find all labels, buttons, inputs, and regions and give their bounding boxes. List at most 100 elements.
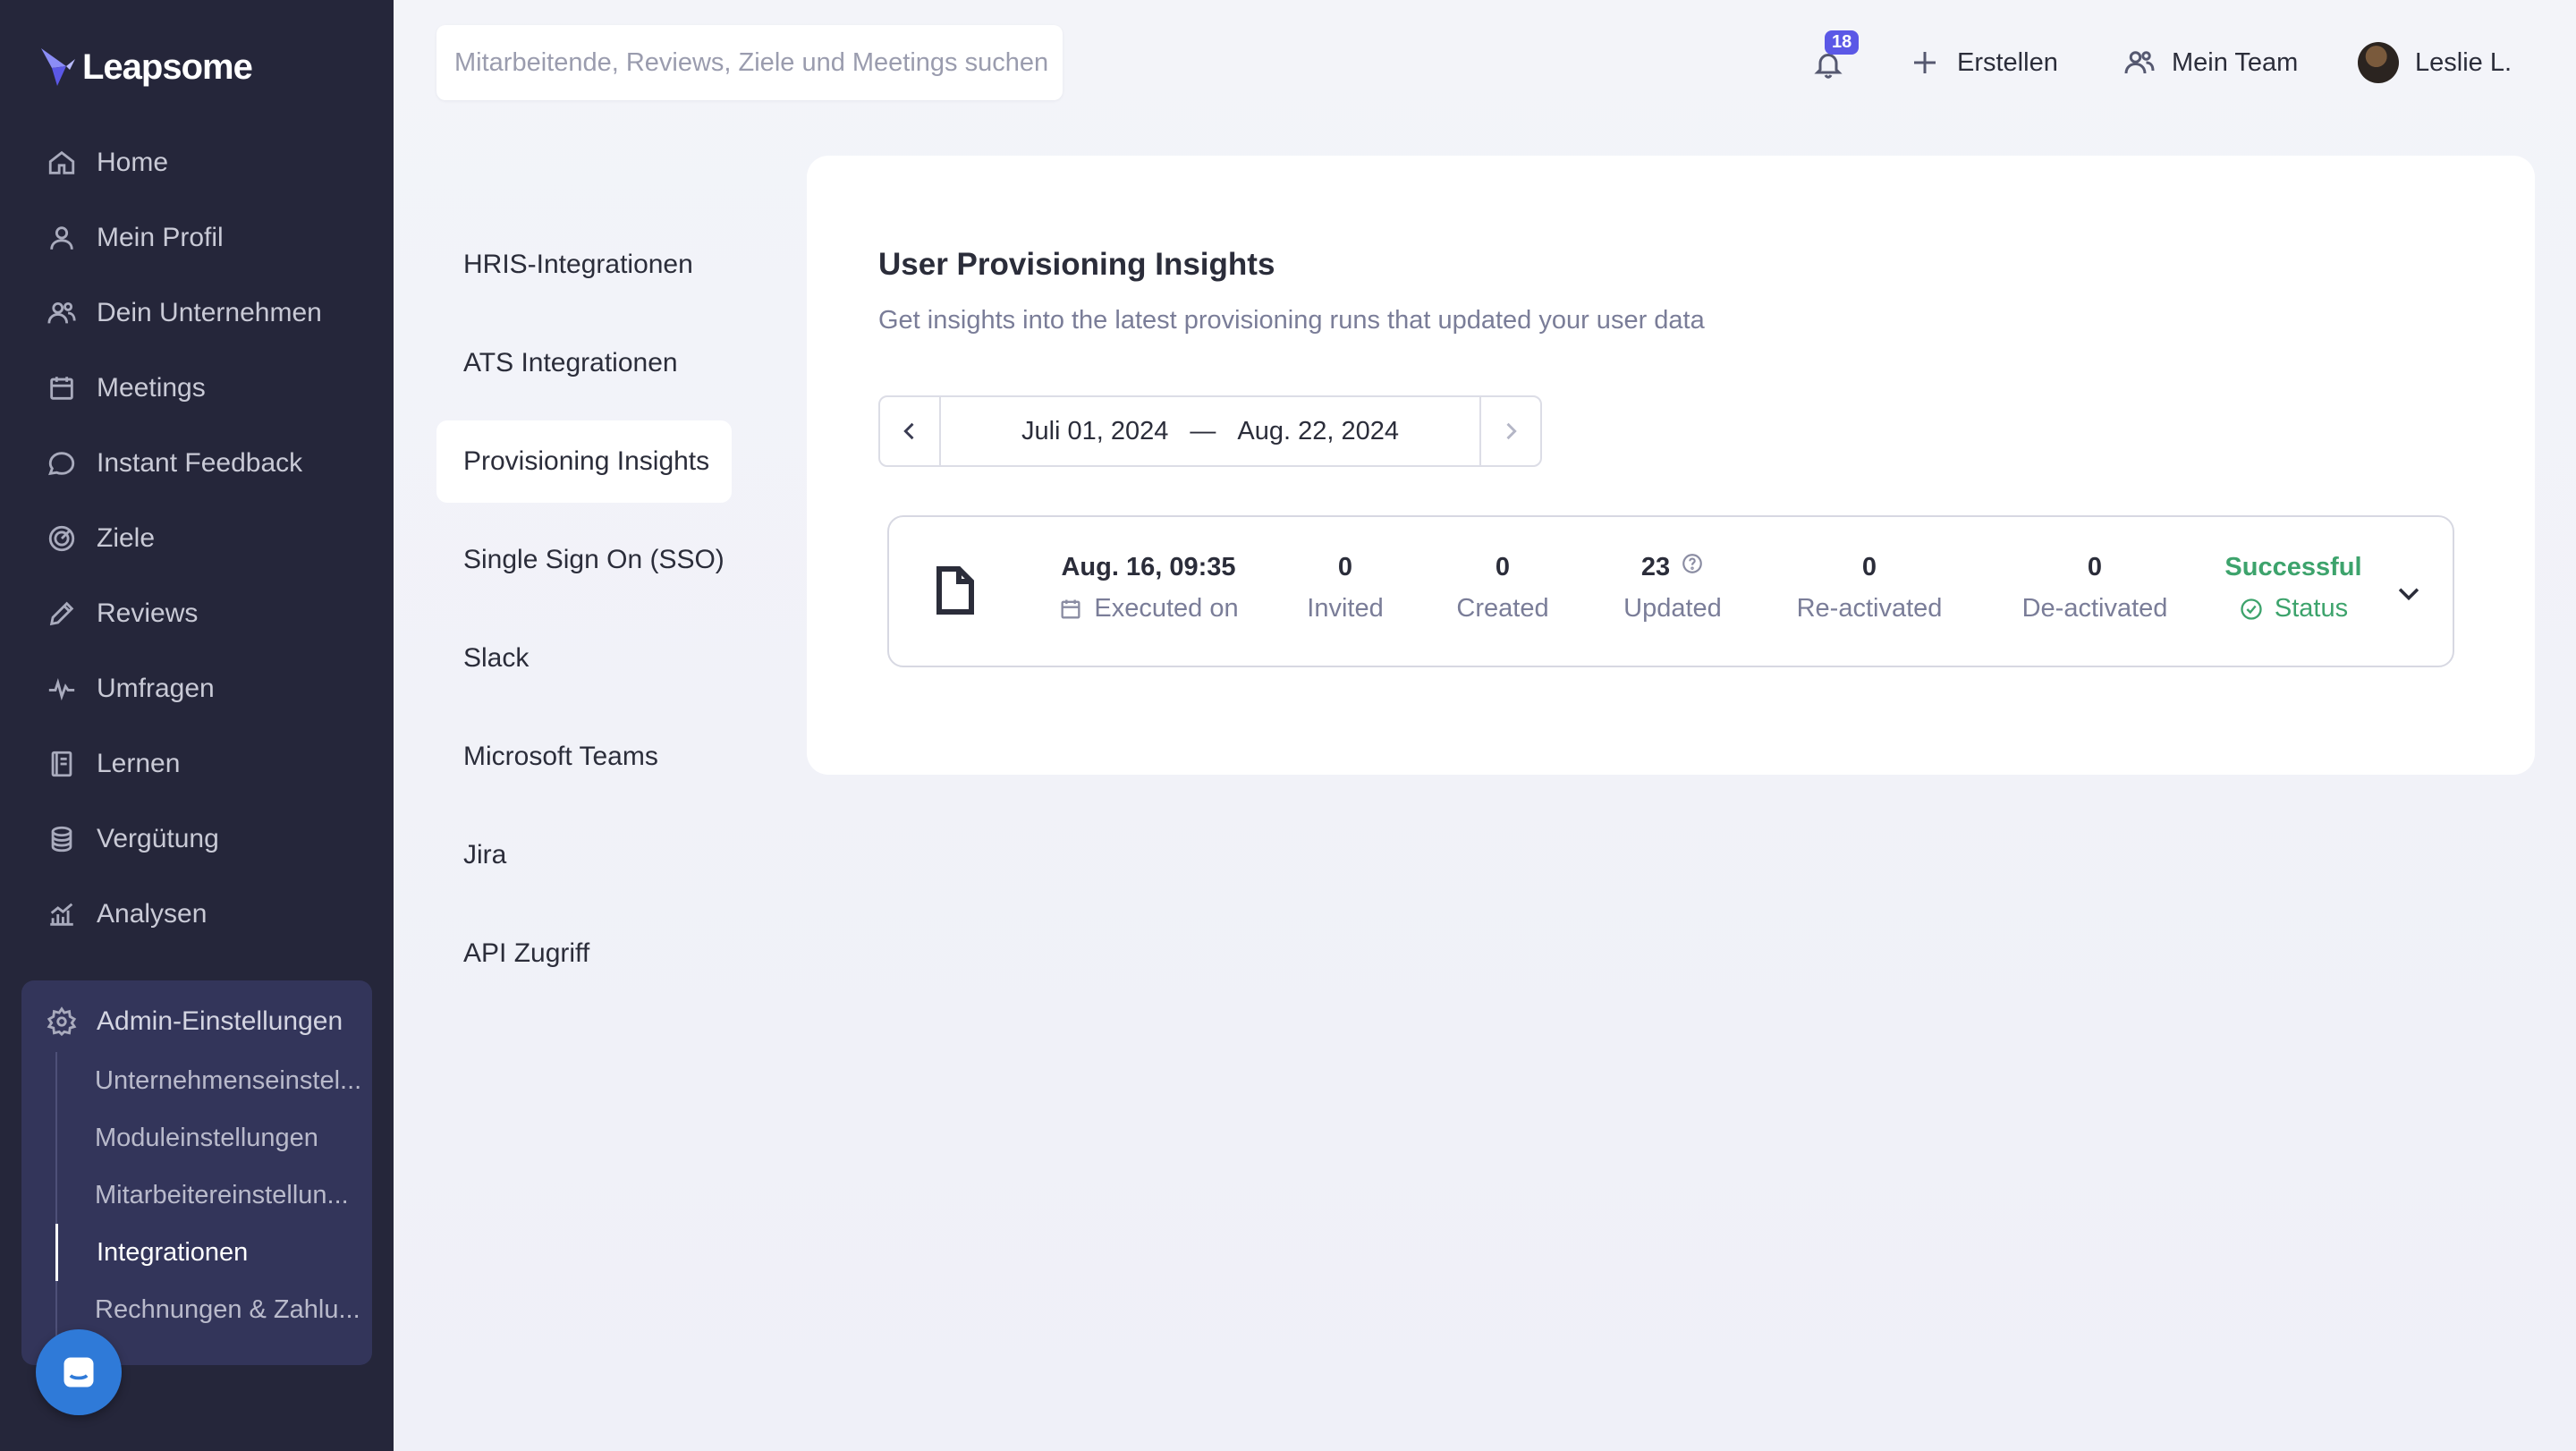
created-value: 0 bbox=[1495, 552, 1511, 581]
user-icon bbox=[50, 226, 73, 250]
sidebar-subitem-mitarbeitereinstellungen[interactable]: Mitarbeitereinstellun... bbox=[57, 1167, 369, 1224]
status-stat: Successful Status bbox=[2213, 549, 2374, 624]
sidebar-item-analysen[interactable]: Analysen bbox=[0, 877, 394, 952]
deactivated-label: De-activated bbox=[2021, 594, 2168, 623]
page-title: User Provisioning Insights bbox=[878, 247, 1275, 282]
sidebar-item-mein-profil[interactable]: Mein Profil bbox=[0, 200, 394, 276]
updated-value-wrap: 23 bbox=[1601, 549, 1744, 585]
sidebar-subitem-integrationen[interactable]: Integrationen bbox=[55, 1224, 369, 1281]
main-nav: Home Mein Profil Dein Unternehmen Meetin… bbox=[0, 125, 394, 952]
sidebar-item-label: Umfragen bbox=[97, 674, 215, 703]
created-stat: 0 Created bbox=[1440, 549, 1565, 624]
check-circle-icon bbox=[2241, 598, 2262, 620]
updated-stat: 23 Updated bbox=[1601, 549, 1744, 624]
sidebar-item-reviews[interactable]: Reviews bbox=[0, 576, 394, 651]
sidebar-item-label: Dein Unternehmen bbox=[97, 298, 322, 327]
sidebar-item-verguetung[interactable]: Vergütung bbox=[0, 802, 394, 877]
sidebar-item-label: Mein Profil bbox=[97, 223, 224, 252]
executed-on-label: Executed on bbox=[1094, 594, 1239, 623]
subnav-item-sso[interactable]: Single Sign On (SSO) bbox=[436, 519, 732, 601]
admin-settings-section: Admin-Einstellungen Unternehmenseinstel.… bbox=[21, 980, 372, 1365]
subnav-item-hris[interactable]: HRIS-Integrationen bbox=[436, 224, 732, 306]
executed-on-value: Aug. 16, 09:35 bbox=[1061, 552, 1236, 581]
sidebar-subitem-moduleinstellungen[interactable]: Moduleinstellungen bbox=[57, 1109, 369, 1167]
support-chat-button[interactable] bbox=[36, 1329, 122, 1415]
subnav-item-provisioning-insights[interactable]: Provisioning Insights bbox=[436, 420, 732, 503]
sidebar-item-label: Meetings bbox=[97, 373, 206, 403]
chevron-right-icon bbox=[1506, 422, 1517, 440]
invited-label: Invited bbox=[1307, 594, 1384, 623]
sidebar: Leapsome Home Mein Profil Dein Unternehm… bbox=[0, 0, 394, 1451]
date-range-picker: Juli 01, 2024 — Aug. 22, 2024 bbox=[878, 395, 1542, 467]
users-icon bbox=[47, 301, 76, 324]
pulse-icon bbox=[48, 678, 75, 701]
search-input[interactable] bbox=[454, 47, 1063, 78]
user-name: Leslie L. bbox=[2415, 47, 2512, 77]
create-label: Erstellen bbox=[1957, 47, 2058, 77]
subnav-item-slack[interactable]: Slack bbox=[436, 617, 732, 700]
my-team-button[interactable]: Mein Team bbox=[2123, 39, 2298, 86]
sidebar-item-meetings[interactable]: Meetings bbox=[0, 351, 394, 426]
avatar bbox=[2358, 42, 2399, 83]
updated-label: Updated bbox=[1623, 594, 1722, 623]
notifications-button[interactable]: 18 bbox=[1812, 30, 1860, 82]
reactivated-stat: 0 Re-activated bbox=[1780, 549, 1959, 624]
logo-text: Leapsome bbox=[82, 47, 253, 87]
leapsome-logo[interactable]: Leapsome bbox=[39, 43, 253, 91]
document-icon bbox=[936, 565, 975, 615]
executed-on-label-wrap: Executed on bbox=[1041, 594, 1256, 624]
sidebar-item-label: Home bbox=[97, 148, 169, 177]
status-label-wrap: Status bbox=[2213, 594, 2374, 624]
book-icon bbox=[51, 751, 72, 777]
sidebar-item-instant-feedback[interactable]: Instant Feedback bbox=[0, 426, 394, 501]
sidebar-item-lernen[interactable]: Lernen bbox=[0, 726, 394, 802]
reactivated-value: 0 bbox=[1861, 552, 1877, 581]
home-icon bbox=[48, 150, 75, 174]
sidebar-item-label: Instant Feedback bbox=[97, 448, 303, 478]
status-value: Successful bbox=[2224, 552, 2362, 581]
subnav-item-ats[interactable]: ATS Integrationen bbox=[436, 322, 732, 404]
calendar-icon bbox=[50, 377, 73, 400]
team-icon bbox=[2124, 51, 2155, 74]
chevron-left-icon bbox=[903, 422, 914, 440]
target-icon bbox=[48, 525, 75, 552]
date-range-display[interactable]: Juli 01, 2024 — Aug. 22, 2024 bbox=[941, 397, 1479, 465]
global-search[interactable] bbox=[436, 25, 1063, 100]
provisioning-run-row[interactable]: Aug. 16, 09:35 Executed on 0 Invited 0 C… bbox=[887, 515, 2454, 667]
status-label: Status bbox=[2274, 594, 2349, 623]
invited-value: 0 bbox=[1337, 552, 1353, 581]
integrations-subnav: HRIS-Integrationen ATS Integrationen Pro… bbox=[436, 224, 732, 1011]
subnav-item-api-zugriff[interactable]: API Zugriff bbox=[436, 912, 732, 995]
subnav-item-jira[interactable]: Jira bbox=[436, 814, 732, 896]
invited-stat: 0 Invited bbox=[1283, 549, 1408, 624]
page-subtitle: Get insights into the latest provisionin… bbox=[878, 306, 1705, 335]
sidebar-item-ziele[interactable]: Ziele bbox=[0, 501, 394, 576]
notification-count-badge: 18 bbox=[1825, 30, 1860, 55]
leapsome-logo-icon bbox=[41, 48, 75, 86]
sidebar-subitem-rechnungen[interactable]: Rechnungen & Zahlu... bbox=[57, 1281, 369, 1338]
chevron-down-icon bbox=[2398, 588, 2419, 601]
chart-icon bbox=[50, 903, 73, 926]
sidebar-item-label: Reviews bbox=[97, 598, 199, 628]
sidebar-item-label: Lernen bbox=[97, 749, 181, 778]
user-menu[interactable]: Leslie L. bbox=[2358, 39, 2512, 86]
created-label: Created bbox=[1456, 594, 1549, 623]
sidebar-item-umfragen[interactable]: Umfragen bbox=[0, 651, 394, 726]
provisioning-insights-card: User Provisioning Insights Get insights … bbox=[807, 156, 2535, 775]
sidebar-item-label: Analysen bbox=[97, 899, 208, 929]
sidebar-item-admin-einstellungen[interactable]: Admin-Einstellungen bbox=[21, 993, 372, 1050]
gear-icon bbox=[47, 1006, 77, 1037]
help-icon[interactable] bbox=[1681, 552, 1704, 582]
next-range-button[interactable] bbox=[1479, 397, 1540, 465]
expand-run-button[interactable] bbox=[2394, 578, 2424, 608]
date-range-separator: — bbox=[1190, 416, 1216, 445]
updated-value: 23 bbox=[1640, 552, 1671, 581]
subnav-item-microsoft-teams[interactable]: Microsoft Teams bbox=[436, 716, 732, 798]
my-team-label: Mein Team bbox=[2172, 47, 2299, 77]
sidebar-subitem-unternehmenseinstellungen[interactable]: Unternehmenseinstel... bbox=[57, 1052, 369, 1109]
create-button[interactable]: Erstellen bbox=[1909, 39, 2058, 86]
executed-on-stat: Aug. 16, 09:35 Executed on bbox=[1041, 549, 1256, 624]
sidebar-item-dein-unternehmen[interactable]: Dein Unternehmen bbox=[0, 276, 394, 351]
previous-range-button[interactable] bbox=[880, 397, 941, 465]
sidebar-item-home[interactable]: Home bbox=[0, 125, 394, 200]
